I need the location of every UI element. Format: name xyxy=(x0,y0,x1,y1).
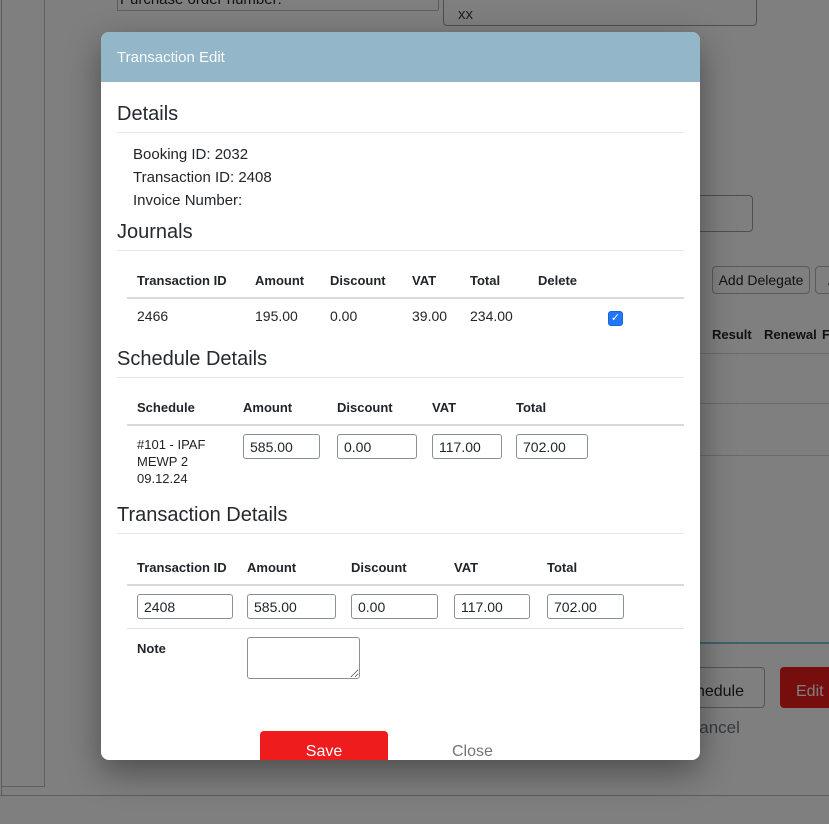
journal-transaction-id: 2466 xyxy=(137,308,255,324)
note-row: Note xyxy=(127,629,684,682)
col-schedule: Schedule xyxy=(137,400,243,415)
booking-id-text: Booking ID: 2032 xyxy=(133,143,684,166)
close-button[interactable]: Close xyxy=(452,743,493,760)
schedule-details-table: Schedule Amount Discount VAT Total #101 … xyxy=(127,378,684,493)
note-label: Note xyxy=(137,635,247,656)
col-transaction-id: Transaction ID xyxy=(137,273,255,288)
delete-checkbox[interactable] xyxy=(608,311,623,326)
screen: Purchase order number: Add Delegate A Re… xyxy=(0,0,829,824)
journal-discount: 0.00 xyxy=(330,308,412,324)
note-textarea[interactable] xyxy=(247,637,360,679)
invoice-number-text: Invoice Number: xyxy=(133,189,684,212)
journals-heading: Journals xyxy=(117,221,684,251)
transaction-total-input[interactable] xyxy=(547,594,624,619)
transaction-amount-input[interactable] xyxy=(247,594,336,619)
transaction-details-table: Transaction ID Amount Discount VAT Total… xyxy=(127,534,684,682)
col-discount: Discount xyxy=(351,560,454,575)
transaction-discount-input[interactable] xyxy=(351,594,438,619)
save-button[interactable]: Save xyxy=(260,731,388,760)
details-block: Booking ID: 2032 Transaction ID: 2408 In… xyxy=(133,143,684,212)
transaction-vat-input[interactable] xyxy=(454,594,530,619)
journal-vat: 39.00 xyxy=(412,308,470,324)
schedule-amount-input[interactable] xyxy=(243,434,320,459)
schedule-total-input[interactable] xyxy=(516,434,588,459)
col-vat: VAT xyxy=(412,273,470,288)
schedule-discount-input[interactable] xyxy=(337,434,417,459)
col-vat: VAT xyxy=(432,400,516,415)
col-discount: Discount xyxy=(337,400,432,415)
transaction-edit-modal: Transaction Edit Details Booking ID: 203… xyxy=(101,32,700,760)
col-amount: Amount xyxy=(255,273,330,288)
journals-table: Transaction ID Amount Discount VAT Total… xyxy=(127,251,684,334)
col-delete: Delete xyxy=(538,273,684,288)
journals-row: 2466 195.00 0.00 39.00 234.00 xyxy=(127,299,684,334)
transaction-id-input[interactable] xyxy=(137,594,233,619)
schedule-details-heading: Schedule Details xyxy=(117,348,684,378)
schedule-row: #101 - IPAF MEWP 2 09.12.24 xyxy=(127,426,684,493)
col-total: Total xyxy=(547,560,684,575)
transaction-input-row xyxy=(127,586,684,629)
transaction-header-row: Transaction ID Amount Discount VAT Total xyxy=(127,534,684,586)
schedule-vat-input[interactable] xyxy=(432,434,502,459)
col-amount: Amount xyxy=(247,560,351,575)
modal-actions: Save Close xyxy=(260,731,684,760)
journals-header-row: Transaction ID Amount Discount VAT Total… xyxy=(127,251,684,299)
col-total: Total xyxy=(516,400,684,415)
journal-amount: 195.00 xyxy=(255,308,330,324)
modal-body: Details Booking ID: 2032 Transaction ID:… xyxy=(101,103,700,760)
modal-header: Transaction Edit xyxy=(101,32,700,82)
journal-total: 234.00 xyxy=(470,308,538,324)
col-transaction-id: Transaction ID xyxy=(137,560,247,575)
col-vat: VAT xyxy=(454,560,547,575)
transaction-details-heading: Transaction Details xyxy=(117,504,684,534)
col-amount: Amount xyxy=(243,400,337,415)
schedule-label: #101 - IPAF MEWP 2 09.12.24 xyxy=(137,434,239,487)
col-total: Total xyxy=(470,273,538,288)
transaction-id-text: Transaction ID: 2408 xyxy=(133,166,684,189)
schedule-header-row: Schedule Amount Discount VAT Total xyxy=(127,378,684,426)
modal-title: Transaction Edit xyxy=(117,49,225,66)
details-heading: Details xyxy=(117,103,684,133)
col-discount: Discount xyxy=(330,273,412,288)
